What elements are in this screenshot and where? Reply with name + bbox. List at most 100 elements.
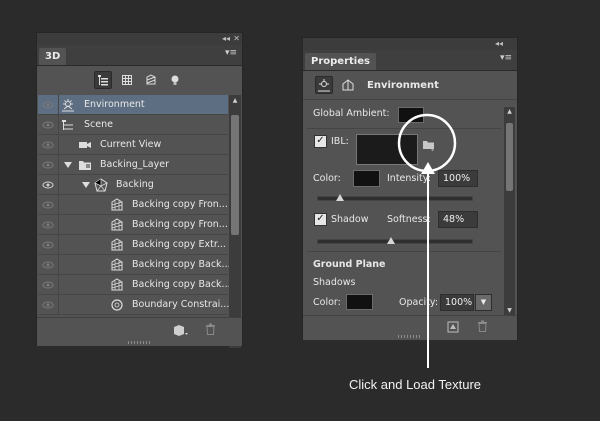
3d-panel-footer xyxy=(37,317,242,346)
constraint-icon xyxy=(110,298,124,312)
scrollbar-thumb[interactable] xyxy=(506,123,513,191)
delete-trash-icon[interactable] xyxy=(205,323,216,338)
layer-row-current-view[interactable]: Current View xyxy=(38,135,228,155)
properties-header-label: Environment xyxy=(367,80,439,91)
visibility-eye-icon[interactable] xyxy=(38,115,59,134)
environment-icon[interactable] xyxy=(315,76,333,94)
mesh-icon xyxy=(110,258,124,272)
layer-label: Environment xyxy=(84,99,145,110)
delete-trash-icon[interactable] xyxy=(477,320,488,335)
visibility-eye-icon[interactable] xyxy=(38,195,59,214)
panel-menu-icon[interactable]: ▾≡ xyxy=(225,48,237,58)
tab-3d[interactable]: 3D xyxy=(39,48,67,65)
panel-menu-icon[interactable]: ▾≡ xyxy=(500,53,512,63)
visibility-eye-icon[interactable] xyxy=(38,135,59,154)
ground-plane-heading: Ground Plane xyxy=(313,259,386,270)
intensity-field[interactable]: 100% xyxy=(438,170,478,187)
expand-triangle-icon[interactable] xyxy=(82,181,90,189)
mesh-icon xyxy=(110,278,124,292)
layer-row-scene[interactable]: Scene xyxy=(38,115,228,135)
layer-row-environment[interactable]: Environment xyxy=(38,95,228,115)
properties-header: Environment xyxy=(303,71,517,100)
scroll-up-arrow-icon[interactable]: ▲ xyxy=(504,108,515,115)
ibl-label: IBL: xyxy=(331,136,349,147)
3d-filter-toolbar xyxy=(37,66,242,94)
3d-tabbar: 3D ▾≡ xyxy=(37,45,242,66)
load-texture-folder-icon[interactable] xyxy=(422,139,436,154)
opacity-field[interactable]: 100% xyxy=(440,294,474,311)
layer-row-mesh[interactable]: Backing copy Back... xyxy=(38,275,231,295)
section-divider xyxy=(307,251,501,252)
ibl-texture-preview[interactable] xyxy=(356,134,418,165)
visibility-eye-icon[interactable] xyxy=(38,95,59,114)
resize-grip[interactable] xyxy=(127,341,152,344)
collapse-panel-icon[interactable]: ◂◂ xyxy=(222,33,230,45)
visibility-eye-icon[interactable] xyxy=(38,175,59,194)
ibl-color-swatch[interactable] xyxy=(353,170,380,187)
layer-row-mesh[interactable]: Backing copy Extr... xyxy=(38,235,228,255)
visibility-eye-icon[interactable] xyxy=(38,235,59,254)
mesh-icon xyxy=(110,238,124,252)
softness-slider-knob[interactable] xyxy=(387,237,395,244)
properties-panel-footer xyxy=(303,315,517,340)
mesh-icon xyxy=(110,218,124,232)
scroll-up-arrow-icon[interactable]: ▲ xyxy=(229,97,241,104)
softness-slider[interactable] xyxy=(317,239,473,244)
ibl-checkbox[interactable]: ✓ xyxy=(314,135,327,148)
scrollbar-thumb[interactable] xyxy=(231,115,239,235)
visibility-eye-icon[interactable] xyxy=(38,275,59,294)
softness-field[interactable]: 48% xyxy=(438,211,478,228)
close-panel-icon[interactable]: ✕ xyxy=(233,33,240,45)
layer-row-backing[interactable]: Backing xyxy=(38,175,228,195)
light-filter-icon[interactable] xyxy=(166,71,184,89)
camera-icon xyxy=(78,138,92,152)
render-icon[interactable] xyxy=(447,321,459,336)
expand-triangle-icon[interactable] xyxy=(64,161,72,169)
intensity-slider-knob[interactable] xyxy=(336,194,344,201)
layer-label: Backing copy Back... xyxy=(132,259,231,270)
layer-label: Current View xyxy=(100,139,162,150)
tab-properties[interactable]: Properties xyxy=(305,53,376,70)
layer-row-mesh[interactable]: Backing copy Fron... xyxy=(38,215,228,235)
layer-label: Backing_Layer xyxy=(100,159,169,170)
layer-row-mesh[interactable]: Backing copy Back... xyxy=(38,255,231,275)
shadow-checkbox[interactable]: ✓ xyxy=(314,213,327,226)
properties-scrollbar[interactable]: ▲ ▼ xyxy=(504,107,515,315)
layer-label: Backing copy Fron... xyxy=(132,199,228,210)
3d-panel: ◂◂ ✕ 3D ▾≡ Environment Scene Current Vie… xyxy=(36,32,243,349)
annotation-caption: Click and Load Texture xyxy=(349,377,482,392)
layer-label: Scene xyxy=(84,119,113,130)
layer-label: Boundary Constrai... xyxy=(132,299,230,310)
section-divider xyxy=(307,128,501,129)
scene-filter-icon[interactable] xyxy=(94,71,112,89)
layer-row-mesh[interactable]: Backing copy Fron... xyxy=(38,195,228,215)
visibility-eye-icon[interactable] xyxy=(38,215,59,234)
new-object-icon[interactable] xyxy=(173,324,189,339)
scene-properties-icon[interactable] xyxy=(339,76,357,94)
material-filter-icon[interactable] xyxy=(142,71,160,89)
mesh-icon xyxy=(110,198,124,212)
opacity-dropdown-button[interactable]: ▼ xyxy=(475,294,492,311)
visibility-eye-icon[interactable] xyxy=(38,255,59,274)
layer-row-constraint[interactable]: Boundary Constrai... xyxy=(38,295,230,315)
layer-list-scrollbar[interactable]: ▲ ▼ xyxy=(229,95,241,348)
layer-row-backing-layer[interactable]: Backing_Layer xyxy=(38,155,228,175)
visibility-eye-icon[interactable] xyxy=(38,155,59,174)
layer-label: Backing copy Back... xyxy=(132,279,231,290)
shadow-label: Shadow xyxy=(331,214,369,225)
3d-layer-list: Environment Scene Current View Backing_L… xyxy=(38,95,231,349)
intensity-label: Intensity: xyxy=(387,173,431,184)
chevron-down-icon: ▼ xyxy=(480,298,487,306)
scroll-down-arrow-icon[interactable]: ▼ xyxy=(504,307,515,314)
scene-icon xyxy=(61,118,75,132)
panel-collapse-strip: ◂◂ ✕ xyxy=(37,33,242,45)
collapse-panel-icon[interactable]: ◂◂ xyxy=(495,38,503,50)
properties-panel: ◂◂ Properties ▾≡ Environment Global Ambi… xyxy=(302,37,518,340)
visibility-eye-icon[interactable] xyxy=(38,295,59,314)
global-ambient-swatch[interactable] xyxy=(398,107,424,123)
ground-color-swatch[interactable] xyxy=(346,294,373,310)
folder-icon xyxy=(78,158,92,172)
mesh-filter-icon[interactable] xyxy=(118,71,136,89)
global-ambient-label: Global Ambient: xyxy=(313,108,390,119)
resize-grip[interactable] xyxy=(398,335,422,338)
